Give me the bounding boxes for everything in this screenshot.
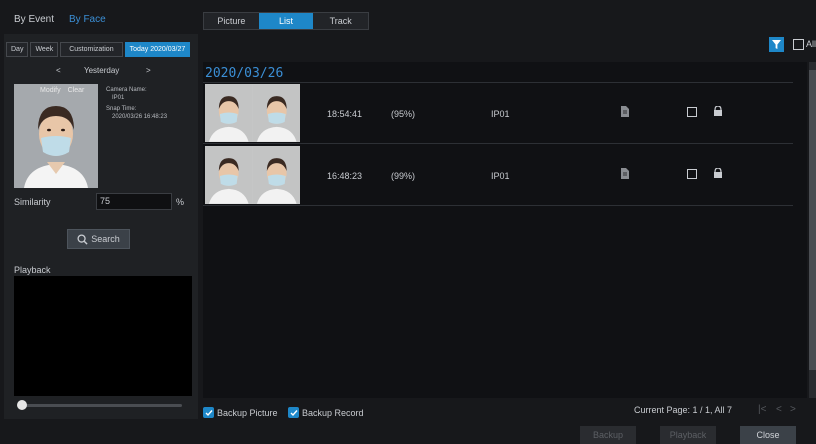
checkmark-icon: [290, 409, 298, 416]
snapshot-thumbnail[interactable]: [205, 84, 300, 142]
row-time: 18:54:41: [327, 109, 363, 119]
first-page-icon[interactable]: |<: [758, 404, 766, 415]
backup-button[interactable]: Backup: [580, 426, 636, 444]
list-scrollbar-thumb[interactable]: [809, 70, 816, 370]
range-day[interactable]: Day: [6, 42, 29, 57]
similarity-input[interactable]: 75: [96, 193, 172, 210]
prev-page-icon[interactable]: <: [776, 404, 782, 415]
tab-list[interactable]: List: [258, 13, 314, 29]
backup-record-label: Backup Record: [302, 408, 364, 418]
face-actions: Modify Clear: [40, 87, 84, 94]
playback-button[interactable]: Playback: [660, 426, 716, 444]
backup-picture-label: Backup Picture: [217, 408, 278, 418]
lock-icon[interactable]: [713, 106, 723, 116]
range-tabs: Day Week Customization Today 2020/03/27: [6, 42, 191, 57]
next-day-button[interactable]: >: [146, 66, 151, 75]
row-time: 16:48:23: [327, 171, 363, 181]
list-date-heading: 2020/03/26: [205, 66, 284, 81]
modify-link[interactable]: Modify: [40, 87, 61, 94]
filter-button[interactable]: [769, 37, 784, 52]
tab-by-event[interactable]: By Event: [14, 14, 54, 25]
face-thumbnail-icon: [205, 84, 253, 142]
snap-time-label: Snap Time:: [106, 106, 137, 112]
playback-label: Playback: [14, 265, 51, 275]
filter-icon: [772, 40, 781, 49]
face-image: [14, 84, 98, 188]
row-checkbox[interactable]: [687, 169, 697, 179]
similarity-label: Similarity: [14, 197, 51, 207]
range-today[interactable]: Today 2020/03/27: [124, 42, 191, 57]
range-week[interactable]: Week: [30, 42, 59, 57]
face-thumbnail-icon: [205, 146, 253, 204]
page-info: Current Page: 1 / 1, All 7: [634, 405, 733, 415]
snapshot-info: Camera Name: IP01 Snap Time: 2020/03/26 …: [106, 86, 167, 121]
snap-time-value: 2020/03/26 16:48:23: [112, 114, 168, 120]
similarity-unit: %: [176, 197, 185, 207]
close-button[interactable]: Close: [740, 426, 796, 444]
tab-track[interactable]: Track: [313, 13, 369, 29]
playback-video: [14, 276, 192, 396]
row-similarity: (95%): [391, 109, 416, 119]
row-camera: IP01: [491, 171, 510, 181]
face-portrait-icon: [14, 84, 98, 188]
table-row[interactable]: 16:48:23 (99%) IP01: [203, 145, 793, 206]
playback-slider-handle[interactable]: [17, 400, 27, 410]
day-label: Yesterday: [84, 66, 120, 75]
checkmark-icon: [205, 409, 213, 416]
document-icon[interactable]: [621, 106, 629, 117]
prev-day-button[interactable]: <: [56, 66, 61, 75]
clear-link[interactable]: Clear: [68, 87, 85, 94]
select-all-checkbox[interactable]: [793, 39, 804, 50]
lock-icon[interactable]: [713, 168, 723, 178]
search-label: Search: [91, 234, 120, 244]
camera-name-value: IP01: [112, 95, 125, 101]
table-row[interactable]: 18:54:41 (95%) IP01: [203, 83, 793, 144]
view-tabs: Picture List Track: [203, 12, 369, 30]
backup-picture-checkbox[interactable]: [203, 407, 214, 418]
search-button[interactable]: Search: [67, 229, 130, 249]
range-customization[interactable]: Customization: [60, 42, 123, 57]
row-similarity: (99%): [391, 171, 416, 181]
snapshot-thumbnail[interactable]: [205, 146, 300, 204]
tab-picture[interactable]: Picture: [204, 13, 259, 29]
face-thumbnail-icon: [252, 84, 300, 142]
document-icon[interactable]: [621, 168, 629, 179]
select-all-label: All: [806, 39, 816, 49]
backup-record-checkbox[interactable]: [288, 407, 299, 418]
row-camera: IP01: [491, 109, 510, 119]
row-checkbox[interactable]: [687, 107, 697, 117]
tab-by-face[interactable]: By Face: [69, 14, 106, 25]
playback-slider-track[interactable]: [24, 404, 182, 407]
search-icon: [77, 233, 88, 245]
face-thumbnail-icon: [252, 146, 300, 204]
next-page-icon[interactable]: >: [790, 404, 796, 415]
camera-name-label: Camera Name:: [106, 87, 147, 93]
